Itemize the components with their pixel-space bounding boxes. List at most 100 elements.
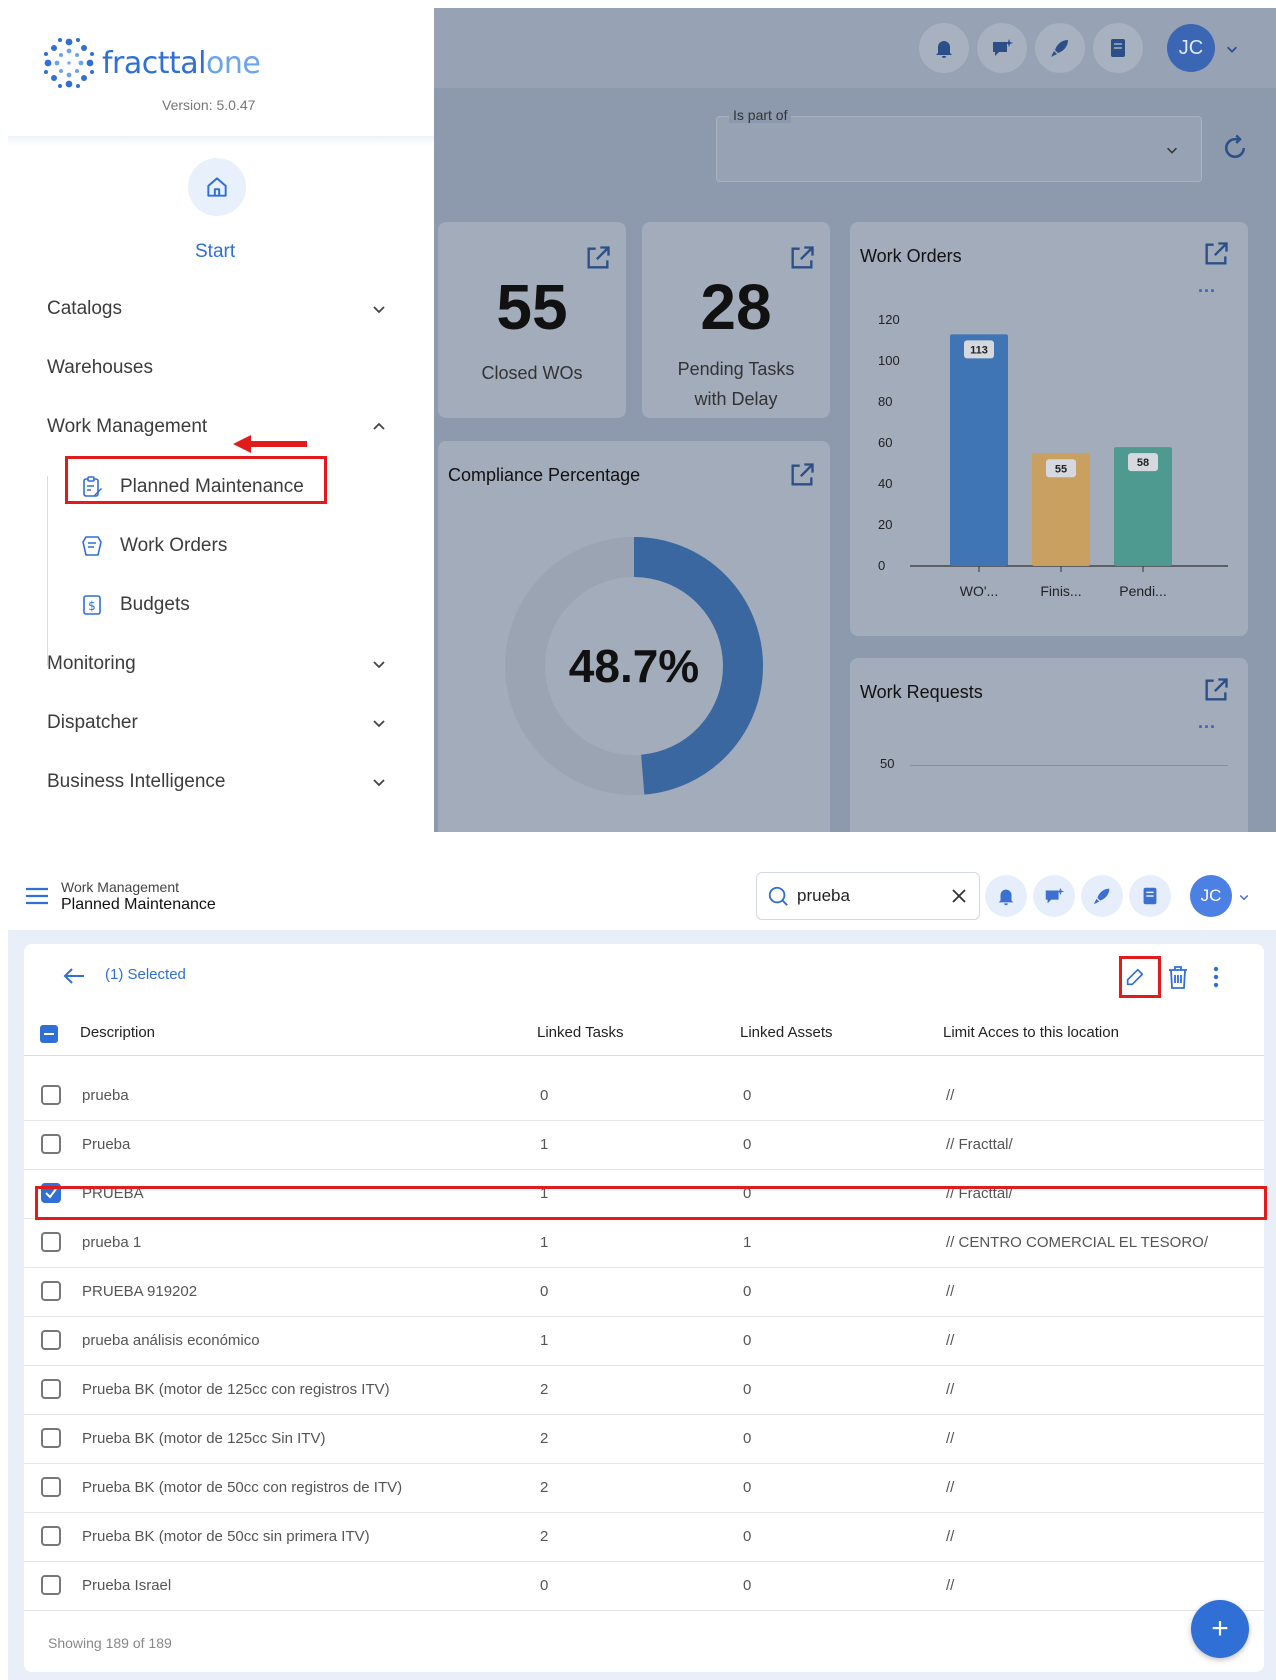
home-icon — [207, 177, 227, 197]
budget-icon: $ — [83, 595, 101, 615]
row-checkbox[interactable] — [41, 1575, 61, 1595]
start-label[interactable]: Start — [195, 241, 235, 263]
column-header-linked-assets[interactable]: Linked Assets — [740, 1024, 833, 1041]
column-header-description[interactable]: Description — [80, 1024, 155, 1041]
nav-catalogs[interactable]: Catalogs — [47, 289, 387, 329]
table-row[interactable]: Prueba BK (motor de 125cc con registros … — [24, 1366, 1264, 1415]
chat-button[interactable] — [977, 23, 1027, 73]
row-checkbox[interactable] — [41, 1134, 61, 1154]
cell-linked-assets: 0 — [743, 1577, 752, 1594]
trash-icon[interactable] — [1166, 964, 1190, 990]
nav-business-intelligence[interactable]: Business Intelligence — [47, 762, 387, 802]
launch-button[interactable] — [1035, 23, 1085, 73]
cell-linked-tasks: 2 — [540, 1430, 549, 1447]
hamburger-menu-icon[interactable] — [26, 887, 48, 905]
table-row[interactable]: prueba 1 1 1 // CENTRO COMERCIAL EL TESORO/ — [24, 1219, 1264, 1268]
compliance-card[interactable]: Compliance Percentage 48.7% — [438, 441, 830, 832]
svg-text:$: $ — [88, 599, 96, 613]
table-row[interactable]: Prueba 1 0 // Fracttal/ — [24, 1121, 1264, 1170]
x-tick-label: WO'... — [960, 583, 998, 599]
cell-linked-tasks: 0 — [540, 1577, 549, 1594]
row-checkbox[interactable] — [41, 1232, 61, 1252]
table-row[interactable]: Prueba Israel 0 0 // — [24, 1562, 1264, 1611]
table-row[interactable]: PRUEBA 919202 0 0 // — [24, 1268, 1264, 1317]
bell-icon — [936, 41, 952, 58]
closed-wos-label: Closed WOs — [481, 363, 583, 383]
nav-work-management[interactable]: Work Management — [47, 407, 387, 447]
external-link-icon[interactable] — [788, 461, 816, 489]
cell-description: PRUEBA 919202 — [82, 1283, 198, 1300]
table-row[interactable]: Prueba BK (motor de 50cc sin primera ITV… — [24, 1513, 1264, 1562]
chart-menu-icon[interactable]: ... — [1198, 712, 1216, 733]
data-label: 58 — [1137, 457, 1149, 469]
start-button[interactable] — [188, 158, 246, 216]
y-tick-label: 60 — [878, 435, 892, 450]
data-label: 55 — [1055, 463, 1067, 475]
table-row[interactable]: Prueba BK (motor de 125cc Sin ITV) 2 0 // — [24, 1415, 1264, 1464]
dashboard-overlay: JC Is part of 55 Closed WOs 28 Pending T… — [434, 8, 1276, 832]
submenu-budgets[interactable]: $ Budgets — [80, 585, 190, 625]
row-checkbox[interactable] — [41, 1281, 61, 1301]
closed-wos-card[interactable]: 55 Closed WOs — [438, 222, 626, 418]
submenu-budgets-label: Budgets — [120, 594, 190, 615]
column-header-location-limit[interactable]: Limit Acces to this location — [943, 1024, 1119, 1041]
chevron-down-icon — [373, 779, 385, 787]
select-all-checkbox[interactable] — [40, 1025, 58, 1043]
nav-dispatcher-label: Dispatcher — [47, 712, 138, 733]
work-orders-icon — [82, 536, 102, 556]
back-arrow-icon[interactable] — [62, 966, 86, 986]
bell-icon — [998, 889, 1014, 906]
row-checkbox[interactable] — [41, 1085, 61, 1105]
work-requests-card[interactable]: Work Requests ... 50 — [850, 658, 1248, 832]
logo-wordmark-part1: fracttal — [102, 45, 207, 81]
book-button[interactable] — [1129, 875, 1171, 917]
row-checkbox[interactable] — [41, 1379, 61, 1399]
submenu-work-orders[interactable]: Work Orders — [80, 526, 227, 566]
cell-linked-assets: 0 — [743, 1381, 752, 1398]
more-vertical-icon[interactable] — [1212, 966, 1220, 988]
chart-menu-icon[interactable]: ... — [1198, 276, 1216, 297]
breadcrumb-parent[interactable]: Work Management — [61, 879, 179, 895]
launch-button[interactable] — [1081, 875, 1123, 917]
refresh-icon[interactable] — [1220, 133, 1250, 163]
row-checkbox[interactable] — [41, 1330, 61, 1350]
external-link-icon[interactable] — [584, 244, 612, 272]
highlight-edit-button — [1119, 956, 1161, 998]
work-orders-title: Work Orders — [860, 246, 962, 266]
add-button[interactable]: + — [1191, 1600, 1249, 1658]
cell-location-limit: // — [946, 1430, 955, 1447]
work-orders-card[interactable]: Work Orders ... 0 20 40 60 80 100 120 113 WO'...… — [850, 222, 1248, 636]
external-link-icon[interactable] — [788, 244, 816, 272]
nav-warehouses[interactable]: Warehouses — [47, 348, 387, 388]
nav-dispatcher[interactable]: Dispatcher — [47, 703, 387, 743]
chat-button[interactable] — [1033, 875, 1075, 917]
row-checkbox[interactable] — [41, 1428, 61, 1448]
external-link-icon[interactable] — [1202, 240, 1230, 268]
row-checkbox[interactable] — [41, 1526, 61, 1546]
chevron-down-icon[interactable] — [1238, 891, 1250, 903]
is-part-of-label: Is part of — [729, 107, 792, 123]
search-box[interactable] — [756, 872, 980, 920]
submenu-work-orders-label: Work Orders — [120, 535, 228, 556]
book-button[interactable] — [1093, 23, 1143, 73]
clear-search-icon[interactable] — [951, 888, 967, 904]
external-link-icon[interactable] — [1202, 676, 1230, 704]
row-checkbox[interactable] — [41, 1477, 61, 1497]
x-tick-label: Pendi... — [1119, 583, 1166, 599]
notifications-button[interactable] — [985, 875, 1027, 917]
rocket-icon — [1093, 888, 1110, 905]
table-row[interactable]: prueba 0 0 // — [24, 1072, 1264, 1121]
user-avatar[interactable]: JC — [1167, 24, 1215, 72]
is-part-of-select[interactable]: Is part of — [716, 107, 1202, 182]
cell-linked-tasks: 2 — [540, 1381, 549, 1398]
pending-tasks-card[interactable]: 28 Pending Tasks with Delay — [642, 222, 830, 418]
table-row[interactable]: Prueba BK (motor de 50cc con registros d… — [24, 1464, 1264, 1513]
chevron-down-icon[interactable] — [1225, 42, 1239, 56]
notifications-button[interactable] — [919, 23, 969, 73]
table-row[interactable]: prueba análisis económico 1 0 // — [24, 1317, 1264, 1366]
nav-monitoring[interactable]: Monitoring — [47, 644, 387, 684]
fracttal-logo-icon — [44, 38, 94, 88]
column-header-linked-tasks[interactable]: Linked Tasks — [537, 1024, 623, 1041]
search-input[interactable] — [797, 886, 937, 906]
user-avatar[interactable]: JC — [1190, 875, 1232, 917]
